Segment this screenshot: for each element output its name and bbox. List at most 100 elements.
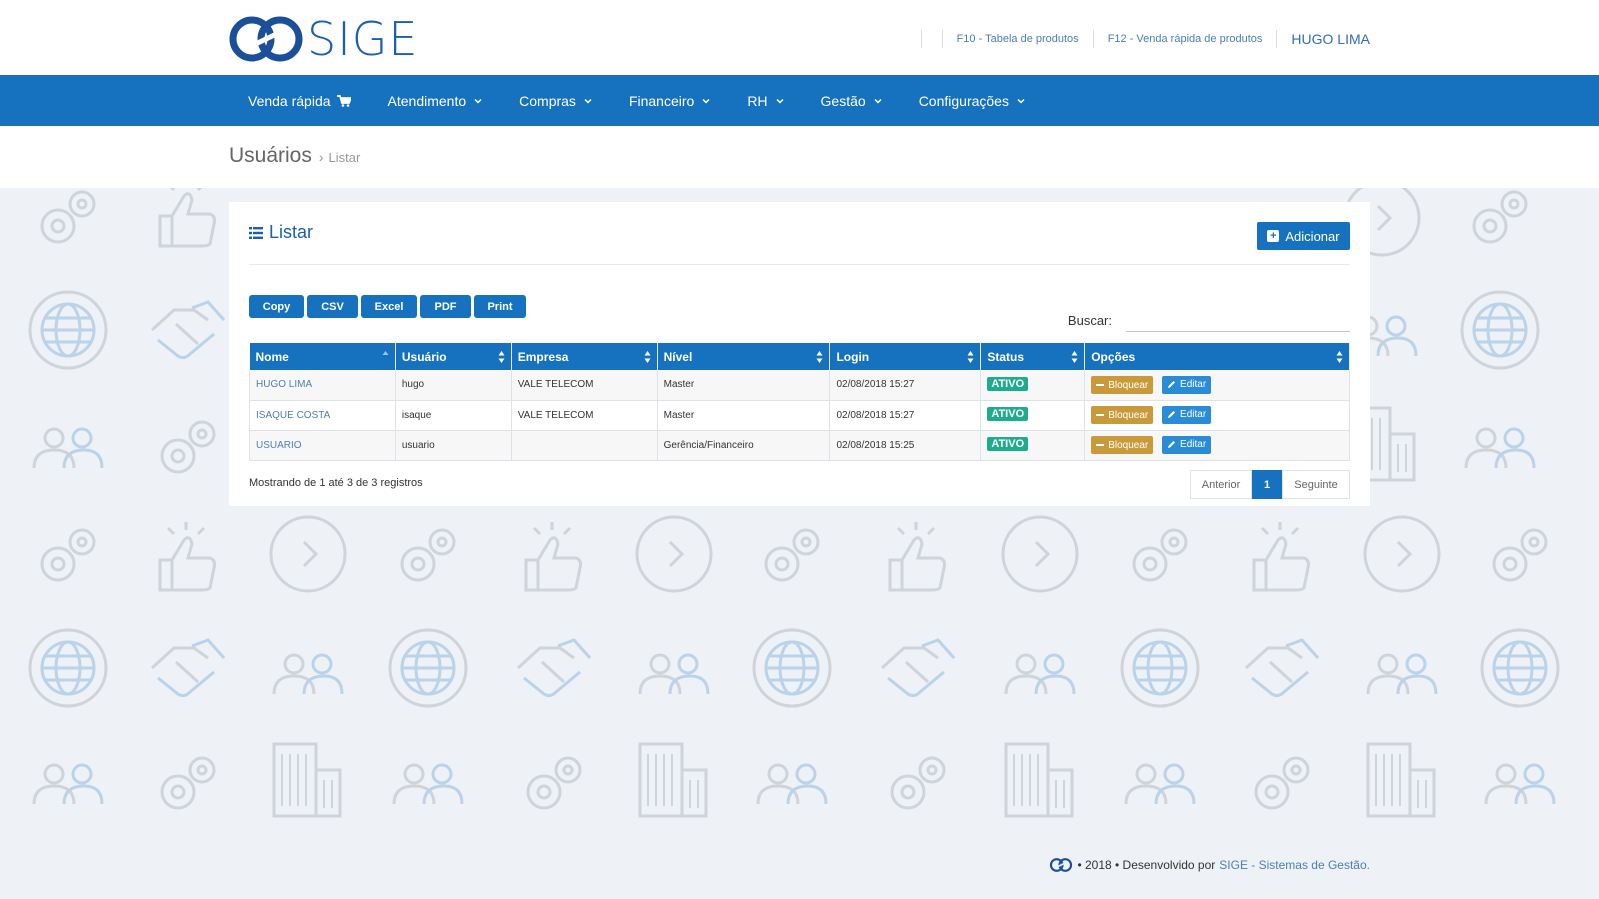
- chevron-down-icon: [874, 98, 882, 104]
- users-table: Nome Usuário Empresa Nível Login Status …: [249, 343, 1350, 461]
- divider: [249, 264, 1350, 265]
- edit-button[interactable]: Editar: [1162, 435, 1212, 454]
- sige-logo[interactable]: SIGE: [229, 14, 418, 64]
- footer: • 2018 • Desenvolvido por SIGE - Sistema…: [1049, 858, 1370, 872]
- column-header-label: Nome: [255, 349, 289, 364]
- edit-button[interactable]: Editar: [1162, 405, 1212, 424]
- block-label: Bloquear: [1108, 409, 1149, 421]
- block-button[interactable]: Bloquear: [1091, 376, 1154, 394]
- table-row: ISAQUE COSTA isaque VALE TELECOM Master …: [249, 400, 1350, 431]
- cell-nome[interactable]: HUGO LIMA: [249, 370, 396, 401]
- edit-label: Editar: [1180, 379, 1207, 390]
- sort-both-icon: [1071, 351, 1078, 363]
- col-status[interactable]: Status: [980, 343, 1086, 370]
- divider: [1092, 30, 1094, 48]
- table-row: HUGO LIMA hugo VALE TELECOM Master 02/08…: [249, 370, 1350, 401]
- list-icon: [249, 226, 263, 239]
- col-usuario[interactable]: Usuário: [395, 343, 512, 370]
- excel-button[interactable]: Excel: [361, 295, 417, 318]
- breadcrumb-separator: ›: [318, 149, 324, 165]
- chevron-down-icon: [702, 98, 710, 104]
- brand-name: SIGE: [307, 12, 419, 66]
- col-opcoes[interactable]: Opções: [1084, 343, 1350, 370]
- nav-compras[interactable]: Compras: [519, 93, 592, 109]
- table-header-row: Nome Usuário Empresa Nível Login Status …: [249, 343, 1350, 370]
- page-title: Usuários: [229, 144, 312, 167]
- status-badge: ATIVO: [987, 437, 1029, 451]
- minus-icon: [1096, 384, 1105, 386]
- add-button-label: Adicionar: [1285, 228, 1340, 244]
- breadcrumb: Usuários › Listar: [229, 144, 360, 168]
- col-empresa[interactable]: Empresa: [511, 343, 658, 370]
- cart-icon: [336, 94, 351, 107]
- breadcrumb-current: Listar: [328, 150, 361, 165]
- nav-label: Atendimento: [387, 92, 467, 109]
- cell-opcoes: Bloquear Editar: [1084, 370, 1350, 401]
- pagination: Anterior 1 Seguinte: [1190, 470, 1350, 499]
- column-header-label: Empresa: [517, 349, 569, 364]
- nav-venda-rapida[interactable]: Venda rápida: [248, 93, 351, 109]
- nav-label: Financeiro: [628, 92, 695, 109]
- sort-both-icon: [816, 351, 823, 363]
- pencil-icon: [1168, 411, 1176, 419]
- cell-nome[interactable]: USUARIO: [249, 430, 396, 461]
- f12-quick-sale-link[interactable]: F12 - Venda rápida de produtos: [1104, 33, 1267, 45]
- pagination-previous[interactable]: Anterior: [1190, 470, 1252, 499]
- nav-configuracoes[interactable]: Configurações: [919, 93, 1025, 109]
- print-button[interactable]: Print: [474, 295, 526, 318]
- col-login[interactable]: Login: [829, 343, 982, 370]
- block-label: Bloquear: [1108, 379, 1149, 391]
- cell-login: 02/08/2018 15:27: [829, 400, 982, 431]
- chevron-down-icon: [776, 98, 784, 104]
- nav-gestao[interactable]: Gestão: [821, 93, 882, 109]
- nav-rh[interactable]: RH: [747, 93, 784, 109]
- nav-financeiro[interactable]: Financeiro: [629, 93, 710, 109]
- nav-label: Compras: [519, 92, 576, 109]
- search-input[interactable]: [1126, 308, 1350, 332]
- cell-login: 02/08/2018 15:27: [829, 370, 982, 401]
- status-badge: ATIVO: [987, 407, 1029, 421]
- export-buttons: Copy CSV Excel PDF Print: [249, 295, 529, 318]
- column-header-label: Usuário: [401, 349, 447, 364]
- table-info: Mostrando de 1 até 3 de 3 registros: [249, 477, 423, 489]
- pdf-button[interactable]: PDF: [420, 295, 471, 318]
- col-nivel[interactable]: Nível: [657, 343, 831, 370]
- cell-empresa: VALE TELECOM: [511, 400, 658, 431]
- nav-atendimento[interactable]: Atendimento: [388, 93, 483, 109]
- minus-icon: [1096, 444, 1105, 447]
- block-button[interactable]: Bloquear: [1091, 436, 1154, 455]
- cell-usuario: usuario: [395, 430, 512, 461]
- footer-sige-link[interactable]: SIGE - Sistemas de Gestão.: [1219, 858, 1370, 872]
- users-panel: Listar + Adicionar Copy CSV Excel PDF Pr…: [229, 202, 1370, 506]
- f10-product-table-link[interactable]: F10 - Tabela de produtos: [953, 33, 1083, 45]
- infinity-logo-icon: [1050, 858, 1073, 872]
- user-menu[interactable]: HUGO LIMA: [1287, 31, 1370, 47]
- pagination-page[interactable]: 1: [1252, 470, 1282, 499]
- cell-status: ATIVO: [980, 370, 1086, 401]
- infinity-logo-icon: [229, 16, 303, 62]
- column-header-label: Status: [987, 349, 1025, 364]
- col-nome[interactable]: Nome: [249, 343, 396, 370]
- table-row: USUARIO usuario Gerência/Financeiro 02/0…: [249, 430, 1350, 461]
- cell-nome[interactable]: ISAQUE COSTA: [249, 400, 396, 431]
- minus-icon: [1096, 414, 1105, 417]
- cell-nivel: Gerência/Financeiro: [657, 430, 831, 461]
- panel-title-text: Listar: [269, 222, 314, 242]
- pencil-icon: [1168, 441, 1176, 449]
- edit-label: Editar: [1180, 439, 1207, 451]
- divider: [1276, 30, 1278, 48]
- breadcrumb-bar: Usuários › Listar: [0, 126, 1599, 188]
- pagination-next[interactable]: Seguinte: [1282, 470, 1350, 499]
- sort-asc-icon: [382, 351, 389, 355]
- chevron-down-icon: [474, 98, 482, 104]
- cell-login: 02/08/2018 15:25: [829, 430, 982, 461]
- edit-button[interactable]: Editar: [1162, 375, 1212, 394]
- panel-title: Listar: [249, 222, 313, 243]
- copy-button[interactable]: Copy: [249, 295, 304, 318]
- csv-button[interactable]: CSV: [307, 295, 358, 318]
- add-user-button[interactable]: + Adicionar: [1257, 222, 1350, 250]
- cell-nivel: Master: [657, 400, 831, 431]
- block-button[interactable]: Bloquear: [1091, 406, 1154, 425]
- sort-both-icon: [967, 351, 974, 363]
- column-header-label: Nível: [663, 349, 693, 364]
